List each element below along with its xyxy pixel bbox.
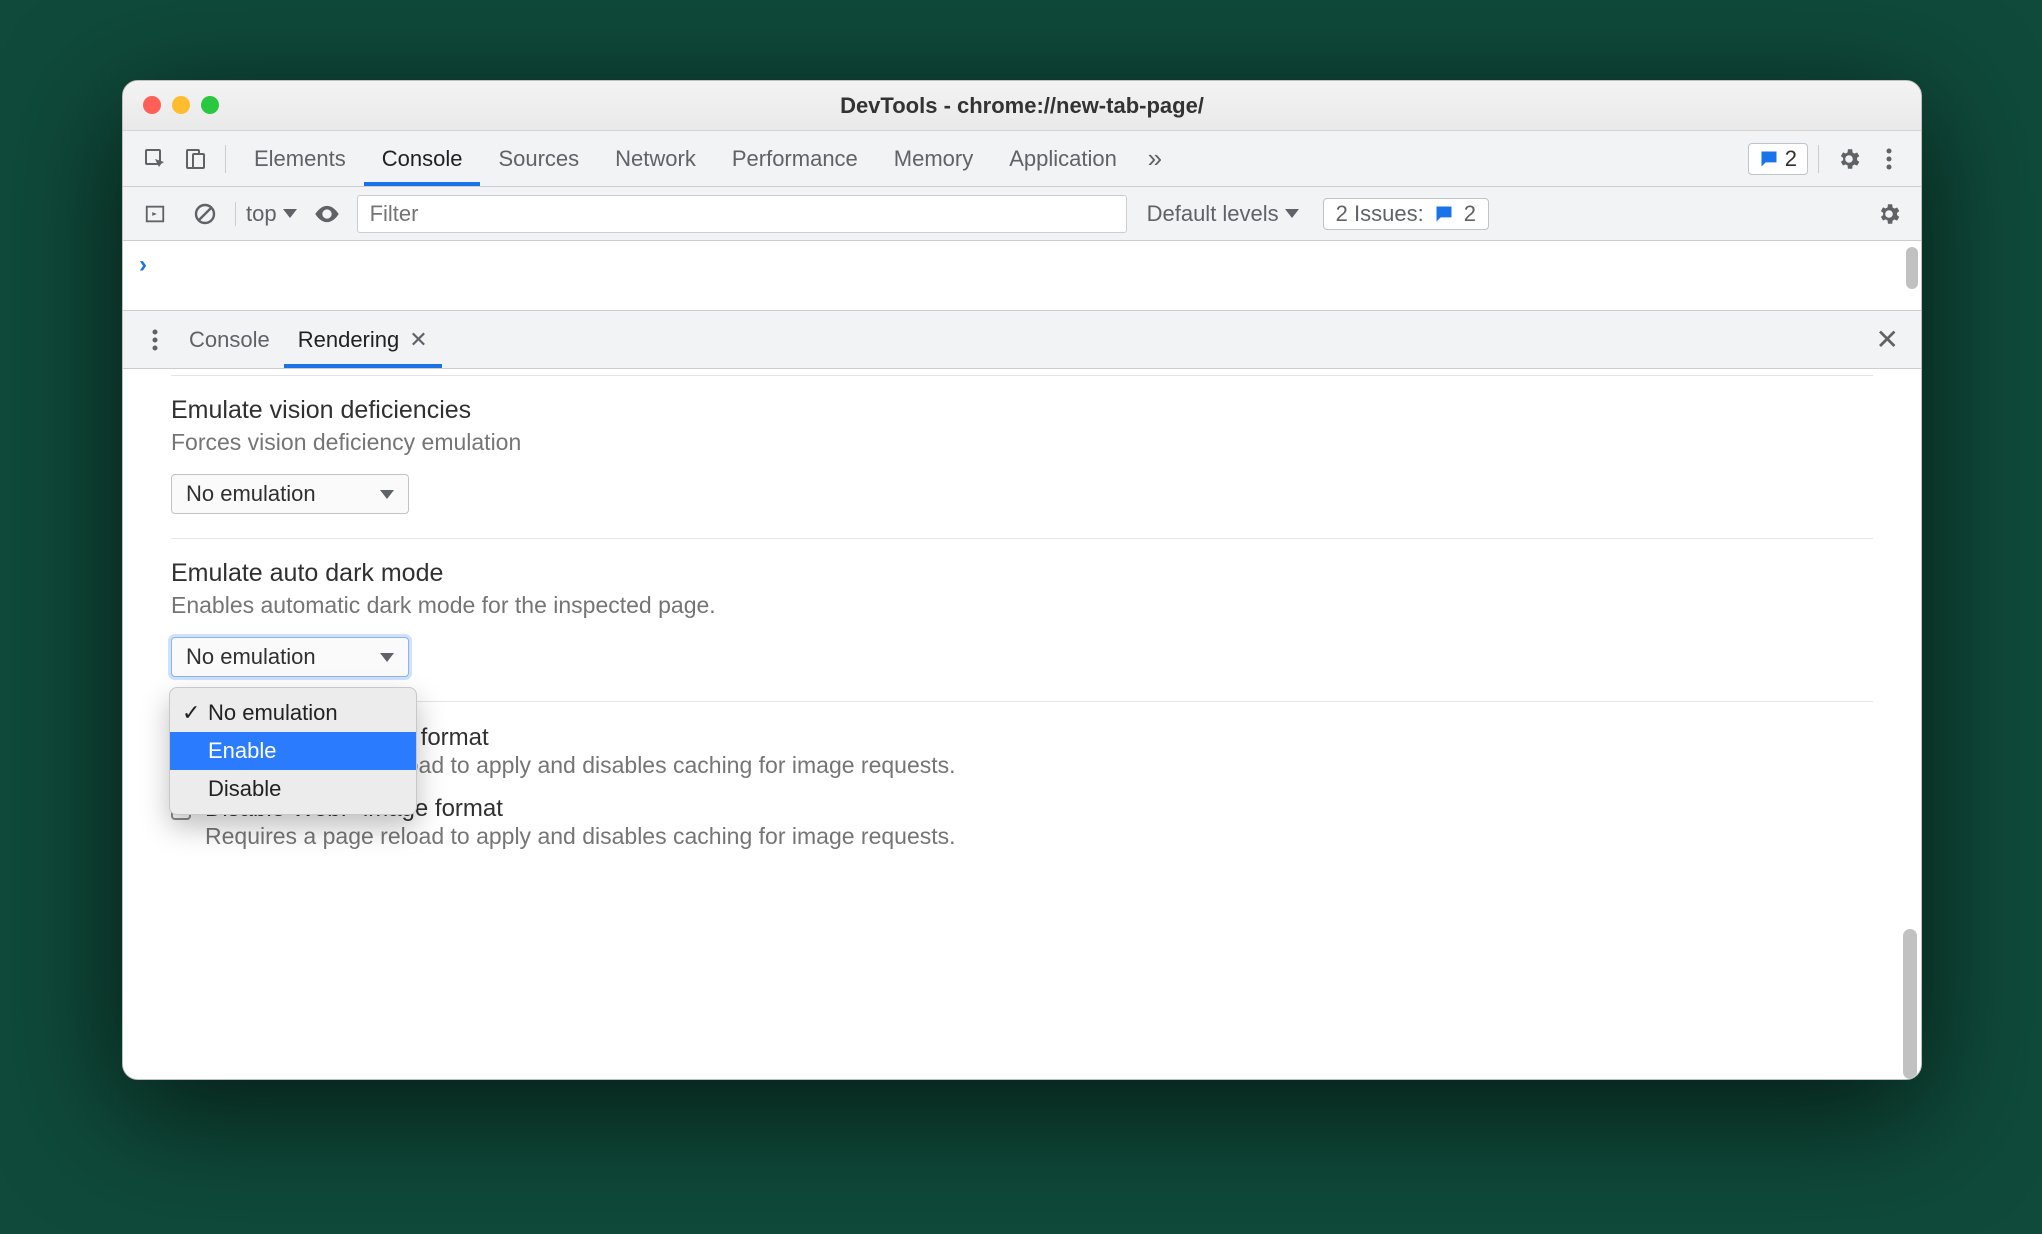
drawer-tabbar: Console Rendering ✕ ✕ [123, 311, 1921, 369]
console-toolbar: top Default levels 2 Issues: 2 [123, 187, 1921, 241]
log-levels-selector[interactable]: Default levels [1147, 201, 1299, 227]
close-drawer-icon[interactable]: ✕ [1866, 323, 1909, 356]
messages-badge[interactable]: 2 [1748, 143, 1808, 175]
section-desc: Forces vision deficiency emulation [171, 429, 1873, 456]
drawer-kebab-icon[interactable] [135, 320, 175, 360]
tab-performance[interactable]: Performance [714, 131, 876, 186]
console-output[interactable]: › [123, 241, 1921, 311]
tab-memory[interactable]: Memory [876, 131, 991, 186]
section-title: Emulate vision deficiencies [171, 396, 1873, 425]
auto-dark-mode-select[interactable]: No emulation [171, 637, 409, 677]
clear-console-icon[interactable] [185, 194, 225, 234]
chevron-down-icon [380, 653, 394, 662]
scrollbar-thumb[interactable] [1903, 929, 1917, 1079]
minimize-window-button[interactable] [172, 96, 190, 114]
inspect-element-icon[interactable] [135, 139, 175, 179]
chevron-down-icon [380, 490, 394, 499]
chat-icon [1759, 149, 1779, 169]
auto-dark-mode-dropdown: ✓ No emulation Enable Disable [169, 687, 417, 815]
rendering-panel: Emulate vision deficiencies Forces visio… [123, 369, 1921, 1079]
close-window-button[interactable] [143, 96, 161, 114]
section-vision-deficiencies: Emulate vision deficiencies Forces visio… [123, 376, 1921, 538]
traffic-lights [143, 96, 219, 114]
toggle-sidebar-icon[interactable] [135, 194, 175, 234]
tab-elements[interactable]: Elements [236, 131, 364, 186]
tab-network[interactable]: Network [597, 131, 714, 186]
chat-icon [1434, 204, 1454, 224]
device-toolbar-icon[interactable] [175, 139, 215, 179]
tab-application[interactable]: Application [991, 131, 1135, 186]
chevron-down-icon [283, 209, 297, 218]
drawer-tab-rendering[interactable]: Rendering ✕ [284, 311, 442, 368]
close-tab-icon[interactable]: ✕ [409, 327, 427, 353]
filter-input[interactable] [357, 195, 1127, 233]
scrollbar-thumb[interactable] [1906, 247, 1918, 289]
dropdown-option-disable[interactable]: Disable [170, 770, 416, 808]
tab-sources[interactable]: Sources [480, 131, 597, 186]
console-prompt-icon: › [139, 251, 147, 279]
vision-deficiency-select[interactable]: No emulation [171, 474, 409, 514]
issues-indicator[interactable]: 2 Issues: 2 [1323, 198, 1489, 230]
maximize-window-button[interactable] [201, 96, 219, 114]
console-settings-icon[interactable] [1869, 194, 1909, 234]
window-titlebar: DevTools - chrome://new-tab-page/ [123, 81, 1921, 131]
checkbox-desc: Requires a page reload to apply and disa… [205, 823, 956, 850]
kebab-menu-icon[interactable] [1869, 139, 1909, 179]
section-auto-dark-mode: Emulate auto dark mode Enables automatic… [123, 539, 1921, 701]
dropdown-option-enable[interactable]: Enable [170, 732, 416, 770]
chevron-down-icon [1285, 209, 1299, 218]
live-expression-icon[interactable] [307, 194, 347, 234]
more-tabs-icon[interactable]: » [1135, 139, 1175, 179]
tab-console[interactable]: Console [364, 131, 481, 186]
window-title: DevTools - chrome://new-tab-page/ [840, 93, 1204, 119]
drawer-tab-console[interactable]: Console [175, 311, 284, 368]
dropdown-option-no-emulation[interactable]: ✓ No emulation [170, 694, 416, 732]
section-desc: Enables automatic dark mode for the insp… [171, 592, 1873, 619]
section-title: Emulate auto dark mode [171, 559, 1873, 588]
check-icon: ✓ [182, 700, 200, 726]
context-selector[interactable]: top [246, 201, 297, 227]
settings-gear-icon[interactable] [1829, 139, 1869, 179]
main-tabbar: Elements Console Sources Network Perform… [123, 131, 1921, 187]
devtools-window: DevTools - chrome://new-tab-page/ Elemen… [122, 80, 1922, 1080]
